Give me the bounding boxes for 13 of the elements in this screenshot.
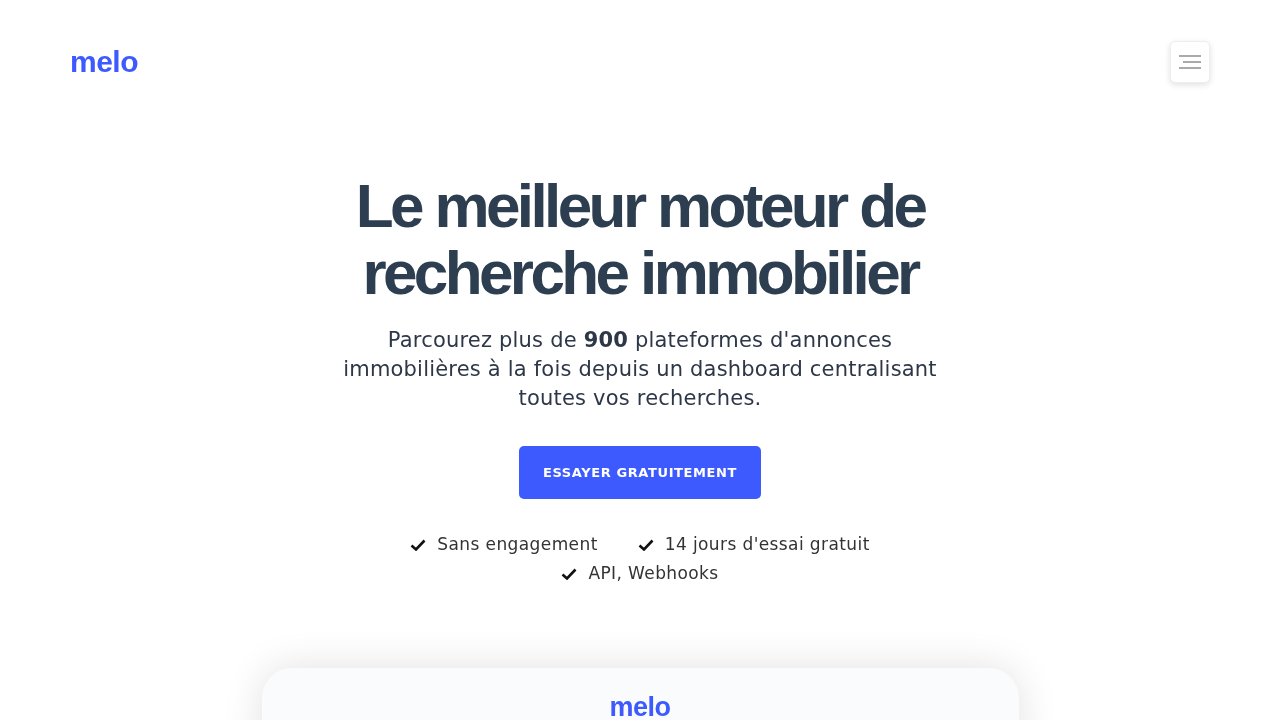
check-icon: [561, 567, 578, 580]
check-icon: [637, 538, 654, 551]
feature-text: 14 jours d'essai gratuit: [664, 533, 870, 556]
check-icon: [410, 538, 427, 551]
feature-text: API, Webhooks: [588, 562, 719, 585]
logo[interactable]: melo: [70, 47, 139, 77]
hero-title: Le meilleur moteur de recherche immobilier: [354, 172, 926, 306]
logo: melo: [609, 694, 671, 720]
menu-button[interactable]: [1170, 41, 1210, 83]
feature-text: Sans engagement: [437, 533, 598, 556]
try-free-button[interactable]: ESSAYER GRATUITEMENT: [519, 446, 761, 499]
hero-subtitle: Parcourez plus de 900 plateformes d'annonces immobilières à la fois depuis un dashboard centralisant toutes vos recherches.: [342, 327, 938, 412]
menu-icon: [1179, 54, 1201, 70]
